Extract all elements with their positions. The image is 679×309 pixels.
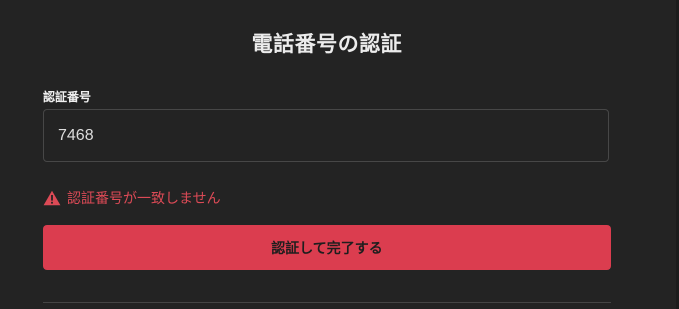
error-message-row: 認証番号が一致しません [43,188,221,208]
verification-code-input[interactable] [58,110,598,161]
verification-code-field[interactable] [43,109,609,162]
verify-complete-button[interactable]: 認証して完了する [43,225,611,270]
divider [43,302,611,303]
error-message-text: 認証番号が一致しません [67,191,221,207]
verification-code-label: 認証番号 [43,90,92,104]
page-title: 電話番号の認証 [251,32,403,56]
warning-triangle-icon [43,190,61,206]
